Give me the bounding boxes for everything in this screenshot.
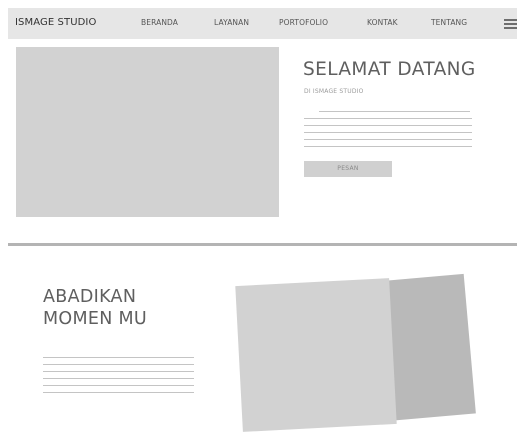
section-divider	[8, 243, 517, 246]
hero-text-placeholder-line	[304, 118, 472, 119]
section-text-placeholder-line	[43, 357, 194, 358]
hero-text-placeholder-line	[319, 111, 470, 112]
section-text-placeholder-line	[43, 378, 194, 379]
section-title: ABADIKAN MOMEN MU	[43, 286, 213, 330]
hero-title: SELAMAT DATANG	[303, 59, 476, 80]
section-title-line2: MOMEN MU	[43, 309, 147, 329]
section-title-line1: ABADIKAN	[43, 287, 137, 307]
hero-text-placeholder-line	[304, 132, 472, 133]
hero-subtitle: DI ISMAGE STUDIO	[304, 88, 364, 95]
top-navbar: ISMAGE STUDIO BERANDA LAYANAN PORTOFOLIO…	[8, 8, 517, 39]
hero-text-placeholder-line	[304, 146, 472, 147]
hamburger-bar	[504, 19, 517, 21]
section-text-placeholder-line	[43, 385, 194, 386]
section-text-placeholder-line	[43, 392, 194, 393]
nav-item-tentang[interactable]: TENTANG	[431, 18, 467, 27]
hero-text-placeholder-line	[304, 139, 472, 140]
hamburger-bar	[504, 27, 517, 29]
hamburger-menu-icon[interactable]	[504, 19, 517, 30]
section-text-placeholder-line	[43, 371, 194, 372]
pesan-button[interactable]: PESAN	[304, 161, 392, 177]
hero-image-placeholder	[16, 47, 279, 217]
gallery-photo-placeholder-front	[235, 278, 397, 432]
hero-text-placeholder-line	[304, 125, 472, 126]
nav-item-portofolio[interactable]: PORTOFOLIO	[279, 18, 328, 27]
nav-item-kontak[interactable]: KONTAK	[367, 18, 398, 27]
section-text-placeholder-line	[43, 364, 194, 365]
brand-logo-text[interactable]: ISMAGE STUDIO	[15, 17, 96, 28]
nav-item-beranda[interactable]: BERANDA	[141, 18, 178, 27]
nav-item-layanan[interactable]: LAYANAN	[214, 18, 249, 27]
hamburger-bar	[504, 23, 517, 25]
